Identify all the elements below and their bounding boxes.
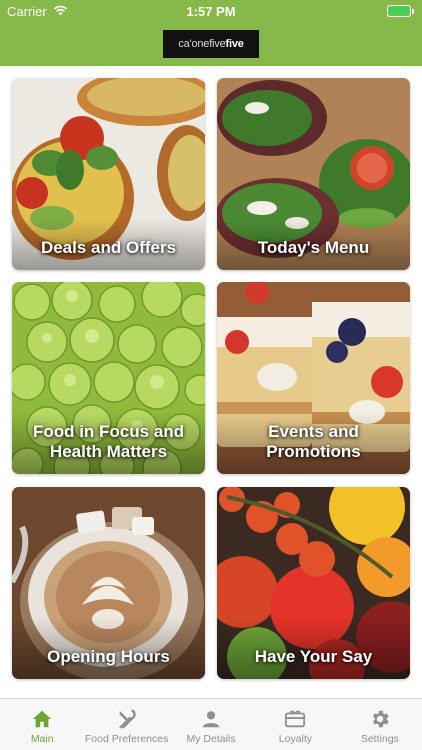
tile-deals-and-offers[interactable]: Deals and Offers [12, 78, 205, 270]
tile-food-in-focus[interactable]: Food in Focus and Health Matters [12, 282, 205, 474]
tab-label: Loyalty [278, 733, 313, 745]
person-icon [200, 708, 222, 730]
status-time: 1:57 PM [186, 4, 236, 19]
tab-loyalty[interactable]: Loyalty [253, 699, 337, 750]
battery-icon [387, 5, 414, 17]
tile-todays-menu[interactable]: Today's Menu [217, 78, 410, 270]
logo-text-part4: five [225, 38, 244, 50]
tile-label: Today's Menu [257, 238, 370, 257]
tab-main[interactable]: Main [0, 699, 84, 750]
logo-text-part3: five [209, 38, 226, 50]
app-header: Carrier 1:57 PM ca' one five five [0, 0, 422, 66]
gift-card-icon [284, 708, 306, 730]
home-icon [31, 708, 53, 730]
status-bar: Carrier 1:57 PM [0, 0, 422, 22]
logo-text-part2: one [191, 38, 210, 50]
tile-opening-hours[interactable]: Opening Hours [12, 487, 205, 679]
tab-label: Main [30, 733, 54, 745]
tile-label: Events and Promotions [266, 422, 361, 461]
tile-label: Opening Hours [47, 647, 170, 666]
tab-label: My Details [186, 733, 236, 745]
tile-label: Have Your Say [254, 647, 373, 666]
gear-icon [369, 708, 391, 730]
tile-have-your-say[interactable]: Have Your Say [217, 487, 410, 679]
menu-tile-grid: Deals and Offers Today's Menu Food in Fo… [0, 66, 422, 698]
tab-settings[interactable]: Settings [338, 699, 422, 750]
tab-label: Settings [360, 733, 399, 745]
tile-label: Food in Focus and Health Matters [32, 422, 185, 461]
tab-label: Food Preferences [84, 733, 169, 745]
cafe-logo: ca' one five five [163, 30, 259, 58]
fork-knife-icon [116, 708, 138, 730]
tile-events-and-promotions[interactable]: Events and Promotions [217, 282, 410, 474]
tab-my-details[interactable]: My Details [169, 699, 253, 750]
tab-food-preferences[interactable]: Food Preferences [84, 699, 168, 750]
logo-text-part1: ca' [178, 38, 192, 50]
tile-label: Deals and Offers [40, 238, 177, 257]
bottom-tab-bar: Main Food Preferences My Details Loyalty… [0, 698, 422, 750]
